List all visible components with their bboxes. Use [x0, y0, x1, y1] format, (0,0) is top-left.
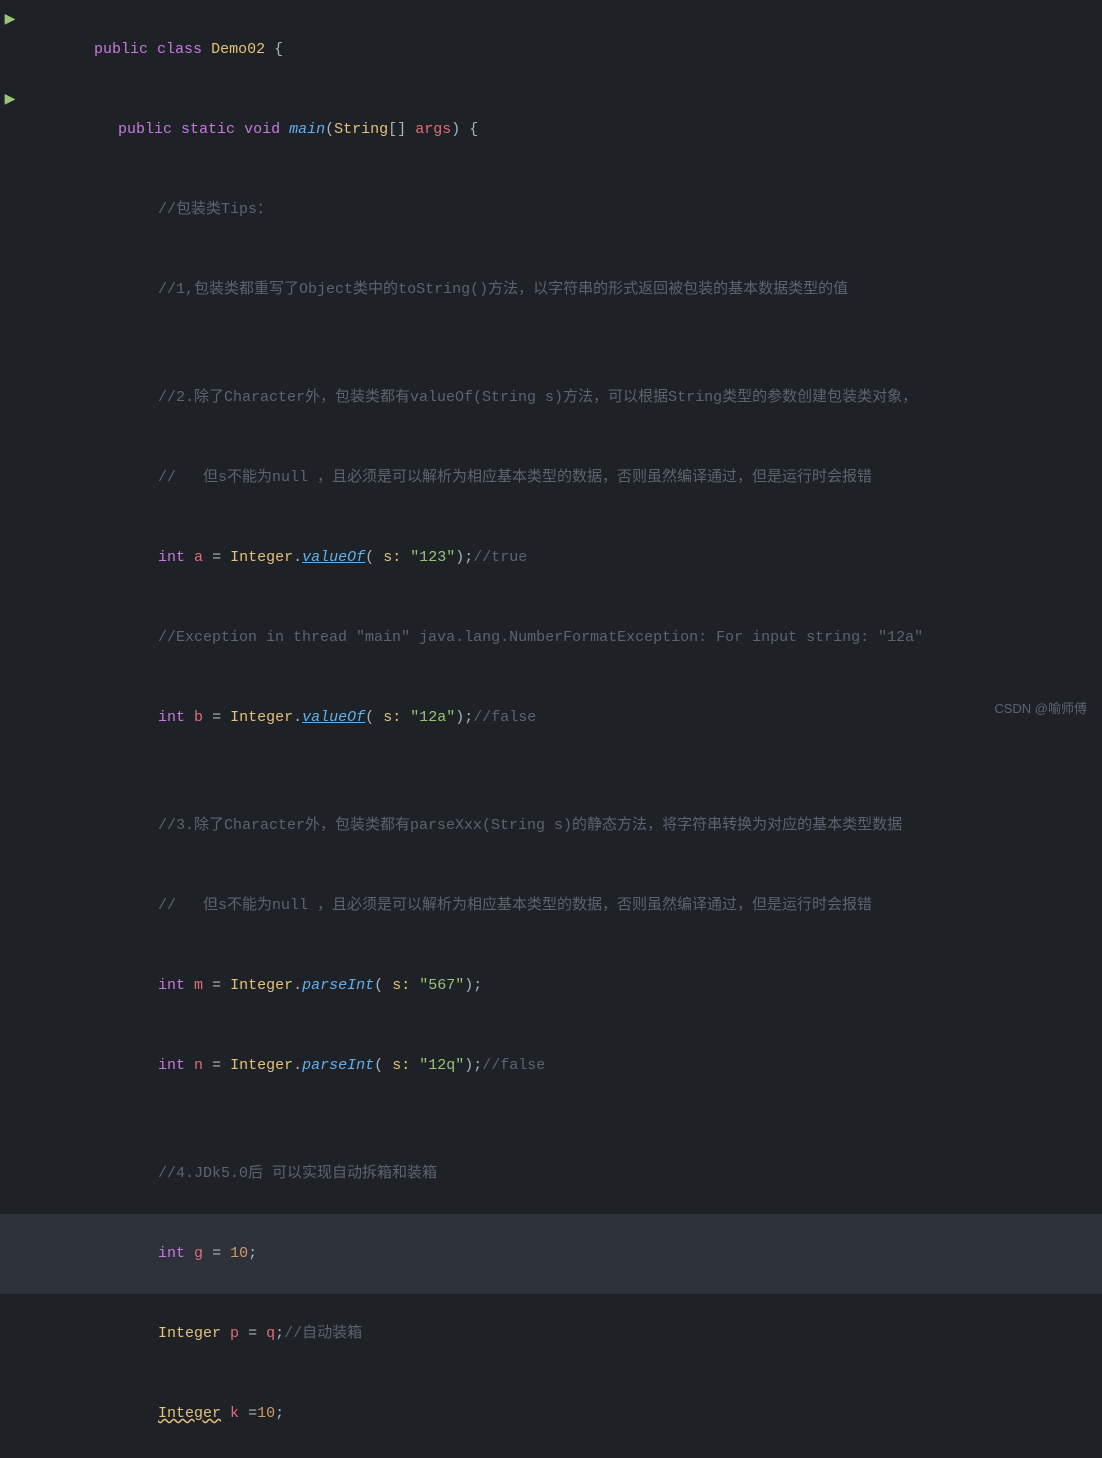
line-content-13: // 但s不能为null ，且必须是可以解析为相应基本类型的数据，否则虽然编译通…	[20, 867, 1102, 945]
line-content-20: Integer k =10;	[20, 1375, 1102, 1453]
code-line-1: ▶ public class Demo02 {	[0, 10, 1102, 90]
code-line-20: Integer k =10;	[0, 1374, 1102, 1454]
code-line-9: //Exception in thread "main" java.lang.N…	[0, 598, 1102, 678]
line-content-7: // 但s不能为null ，且必须是可以解析为相应基本类型的数据，否则虽然编译通…	[20, 439, 1102, 517]
code-line-15: int n = Integer.parseInt( s: "12q");//fa…	[0, 1026, 1102, 1106]
code-line-17: //4.JDk5.0后 可以实现自动拆箱和装箱	[0, 1134, 1102, 1214]
code-line-12: //3.除了Character外，包装类都有parseXxx(String s)…	[0, 786, 1102, 866]
code-line-11	[0, 758, 1102, 786]
code-line-8: int a = Integer.valueOf( s: "123");//tru…	[0, 518, 1102, 598]
watermark: CSDN @喻师傅	[994, 698, 1087, 717]
line-content-8: int a = Integer.valueOf( s: "123");//tru…	[20, 519, 1102, 597]
line-content-9: //Exception in thread "main" java.lang.N…	[20, 599, 1102, 677]
line-content-11	[20, 759, 1102, 785]
code-line-3: //包装类Tips：	[0, 170, 1102, 250]
line-content-17: //4.JDk5.0后 可以实现自动拆箱和装箱	[20, 1135, 1102, 1213]
code-line-18: int g = 10;	[0, 1214, 1102, 1294]
code-line-7: // 但s不能为null ，且必须是可以解析为相应基本类型的数据，否则虽然编译通…	[0, 438, 1102, 518]
line-content-5	[20, 331, 1102, 357]
line-content-21: int l = k;//自动拆箱	[20, 1455, 1102, 1458]
code-line-21: int l = k;//自动拆箱	[0, 1454, 1102, 1458]
line-content-2: public static void main(String[] args) {	[20, 91, 1102, 169]
line-content-18: int g = 10;	[20, 1215, 1102, 1293]
line-content-19: Integer p = q;//自动装箱	[20, 1295, 1102, 1373]
code-editor: ▶ public class Demo02 { ▶ public static …	[0, 0, 1102, 729]
code-line-19: Integer p = q;//自动装箱	[0, 1294, 1102, 1374]
code-line-5	[0, 330, 1102, 358]
line-content-4: //1,包装类都重写了Object类中的toString()方法，以字符串的形式…	[20, 251, 1102, 329]
code-line-16	[0, 1106, 1102, 1134]
line-content-1: public class Demo02 {	[20, 11, 1102, 89]
line-content-12: //3.除了Character外，包装类都有parseXxx(String s)…	[20, 787, 1102, 865]
line-content-16	[20, 1107, 1102, 1133]
code-line-2: ▶ public static void main(String[] args)…	[0, 90, 1102, 170]
line-content-10: int b = Integer.valueOf( s: "12a");//fal…	[20, 679, 1102, 757]
line-content-3: //包装类Tips：	[20, 171, 1102, 249]
arrow-2: ▶	[0, 91, 20, 108]
arrow-1: ▶	[0, 11, 20, 28]
code-line-6: //2.除了Character外，包装类都有valueOf(String s)方…	[0, 358, 1102, 438]
code-line-14: int m = Integer.parseInt( s: "567");	[0, 946, 1102, 1026]
line-content-14: int m = Integer.parseInt( s: "567");	[20, 947, 1102, 1025]
line-content-6: //2.除了Character外，包装类都有valueOf(String s)方…	[20, 359, 1102, 437]
code-line-13: // 但s不能为null ，且必须是可以解析为相应基本类型的数据，否则虽然编译通…	[0, 866, 1102, 946]
code-line-4: //1,包装类都重写了Object类中的toString()方法，以字符串的形式…	[0, 250, 1102, 330]
line-content-15: int n = Integer.parseInt( s: "12q");//fa…	[20, 1027, 1102, 1105]
code-line-10: int b = Integer.valueOf( s: "12a");//fal…	[0, 678, 1102, 758]
